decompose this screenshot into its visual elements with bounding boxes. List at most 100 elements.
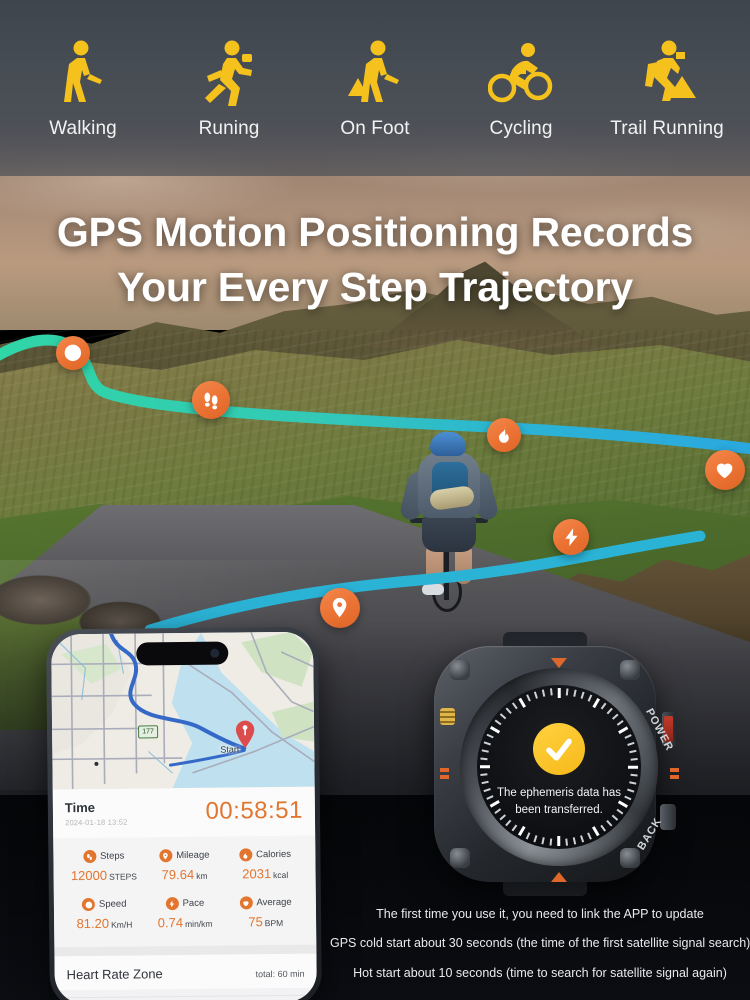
dial-tick — [573, 837, 577, 845]
heart-rate-rule — [66, 994, 305, 999]
phone-mockup: 177 Start Time 2024-01-18 13:52 00:58:51 — [46, 626, 322, 1000]
caption-block: The first time you use it, you need to l… — [330, 900, 750, 988]
dial-tick — [526, 832, 531, 840]
dial-tick — [480, 765, 490, 769]
activity-cycling[interactable]: Cycling — [456, 34, 586, 140]
dial-tick — [600, 702, 607, 710]
watch-message-line-2: been transferred. — [515, 803, 603, 816]
activity-walking[interactable]: Walking — [18, 34, 148, 140]
bezel-label-back: BACK — [635, 815, 665, 853]
back-button[interactable] — [660, 804, 676, 830]
dial-tick — [505, 707, 512, 714]
heart-rate-zone-card: Heart Rate Zone total: 60 min — [54, 953, 317, 991]
start-label: Start — [220, 744, 240, 755]
running-icon — [164, 34, 294, 106]
watch-bezel: GPS POWER BACK The ephemeris data has be… — [460, 668, 676, 866]
dial-tick — [627, 741, 635, 746]
clock-marker[interactable] — [56, 336, 90, 370]
dial-tick — [518, 697, 526, 708]
on-foot-icon — [310, 34, 440, 106]
dial-tick — [573, 689, 577, 697]
steps-icon — [83, 849, 97, 864]
dial-tick — [557, 688, 561, 698]
dial-tick — [618, 726, 629, 734]
stat-unit: km — [196, 870, 208, 881]
side-accent-right — [670, 768, 679, 782]
stat-unit: STEPS — [109, 871, 138, 882]
stat-value: 75 — [248, 914, 263, 930]
dial-tick — [499, 713, 506, 720]
dial-tick — [592, 697, 600, 708]
watch-dial[interactable]: The ephemeris data has been transferred. — [477, 685, 641, 849]
dial-tick — [587, 694, 592, 702]
stat-value: 79.64 — [161, 866, 195, 883]
location-pin-icon — [333, 598, 347, 618]
stat-value: 81.20 — [76, 915, 110, 932]
stat-unit: BPM — [264, 917, 284, 929]
bolt-marker[interactable] — [553, 519, 589, 555]
dial-tick — [533, 835, 538, 843]
dial-tick — [526, 694, 531, 702]
caption-line-2: GPS cold start about 30 seconds (the tim… — [330, 936, 750, 951]
stat-unit: kcal — [273, 869, 289, 881]
dial-tick — [612, 713, 619, 720]
stat-value: 12000 — [70, 867, 108, 884]
phone-screen: 177 Start Time 2024-01-18 13:52 00:58:51 — [51, 631, 317, 1000]
dial-tick — [518, 826, 526, 837]
average-icon — [239, 896, 253, 910]
walking-icon — [18, 34, 148, 106]
headline: GPS Motion Positioning Records Your Ever… — [0, 205, 750, 314]
dial-tick — [580, 691, 585, 699]
dial-tick — [565, 688, 569, 696]
stat-unit: min/km — [185, 918, 213, 929]
dial-tick — [624, 734, 632, 739]
dial-tick — [565, 838, 569, 846]
headline-line-2: Your Every Step Trajectory — [117, 263, 633, 310]
dial-tick — [511, 702, 518, 710]
headline-line-1: GPS Motion Positioning Records — [56, 209, 694, 255]
footsteps-marker[interactable] — [192, 381, 230, 419]
dial-tick — [630, 757, 638, 761]
dial-tick — [533, 691, 538, 699]
dial-tick — [549, 688, 553, 696]
dial-tick — [489, 726, 500, 734]
stat-pace: Pace 0.74 min/km — [144, 897, 225, 933]
activity-running[interactable]: Runing — [164, 34, 294, 140]
activity-label: On Foot — [340, 118, 410, 139]
caption-line-3: Hot start about 10 seconds (time to sear… — [353, 965, 727, 980]
watch-lug-br — [620, 848, 640, 868]
bezel-marker-top — [551, 658, 567, 668]
dial-tick — [480, 757, 488, 761]
dial-tick — [629, 749, 637, 753]
heart-rate-zone-title: Heart Rate Zone — [66, 966, 163, 983]
dial-tick — [616, 719, 624, 726]
activity-label: Runing — [198, 118, 260, 139]
dial-tick — [486, 734, 494, 739]
dial-tick — [481, 749, 489, 753]
stat-value: 0.74 — [157, 915, 184, 931]
heart-icon — [717, 463, 733, 479]
activity-trail-running[interactable]: Trail Running — [602, 34, 732, 140]
heart-rate-zone-total: total: 60 min — [255, 968, 305, 980]
footsteps-icon — [204, 392, 218, 410]
watch-message-line-1: The ephemeris data has — [496, 787, 622, 799]
pace-icon — [165, 897, 179, 911]
stat-label: Steps — [100, 850, 125, 862]
mileage-icon — [159, 849, 173, 863]
dial-tick — [587, 832, 592, 840]
dial-tick — [480, 773, 488, 777]
dial-tick — [549, 838, 553, 846]
stat-label: Average — [256, 896, 292, 909]
dial-tick — [481, 781, 489, 785]
watch-lug-tl — [450, 660, 470, 680]
bezel-marker-bottom — [551, 872, 567, 882]
stat-average: Average 75 BPM — [225, 896, 306, 932]
watch-lug-bl — [450, 848, 470, 868]
time-value: 00:58:51 — [205, 796, 304, 825]
stat-label: Calories — [256, 848, 292, 861]
dial-tick — [541, 689, 545, 697]
heart-marker[interactable] — [705, 450, 745, 490]
dial-tick — [606, 820, 613, 827]
activity-on-foot[interactable]: On Foot — [310, 34, 440, 140]
flame-marker[interactable] — [487, 418, 521, 452]
